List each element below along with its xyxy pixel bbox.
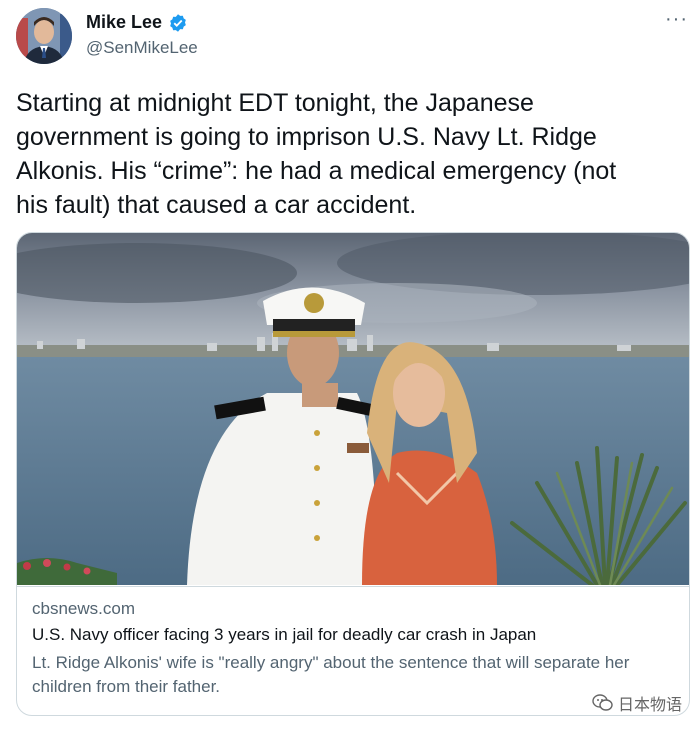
card-body[interactable]: cbsnews.com U.S. Navy officer facing 3 y… (17, 586, 689, 715)
news-photo-navy-officer-and-wife (17, 233, 689, 585)
wechat-icon (592, 694, 613, 711)
card-domain: cbsnews.com (32, 599, 135, 618)
link-card[interactable]: cbsnews.com U.S. Navy officer facing 3 y… (16, 232, 690, 716)
more-options-icon[interactable]: ··· (665, 8, 688, 31)
display-name[interactable]: Mike Lee (86, 12, 162, 33)
avatar[interactable] (16, 8, 72, 64)
watermark: 日本物语 (592, 691, 682, 715)
user-handle[interactable]: @SenMikeLee (86, 38, 198, 58)
tweet-text: Starting at midnight EDT tonight, the Ja… (16, 89, 617, 219)
watermark-text: 日本物语 (617, 697, 682, 714)
verified-badge-icon (170, 13, 186, 32)
profile-photo (16, 8, 72, 64)
card-description: Lt. Ridge Alkonis' wife is "really angry… (32, 653, 630, 696)
card-title: U.S. Navy officer facing 3 years in jail… (32, 625, 537, 644)
